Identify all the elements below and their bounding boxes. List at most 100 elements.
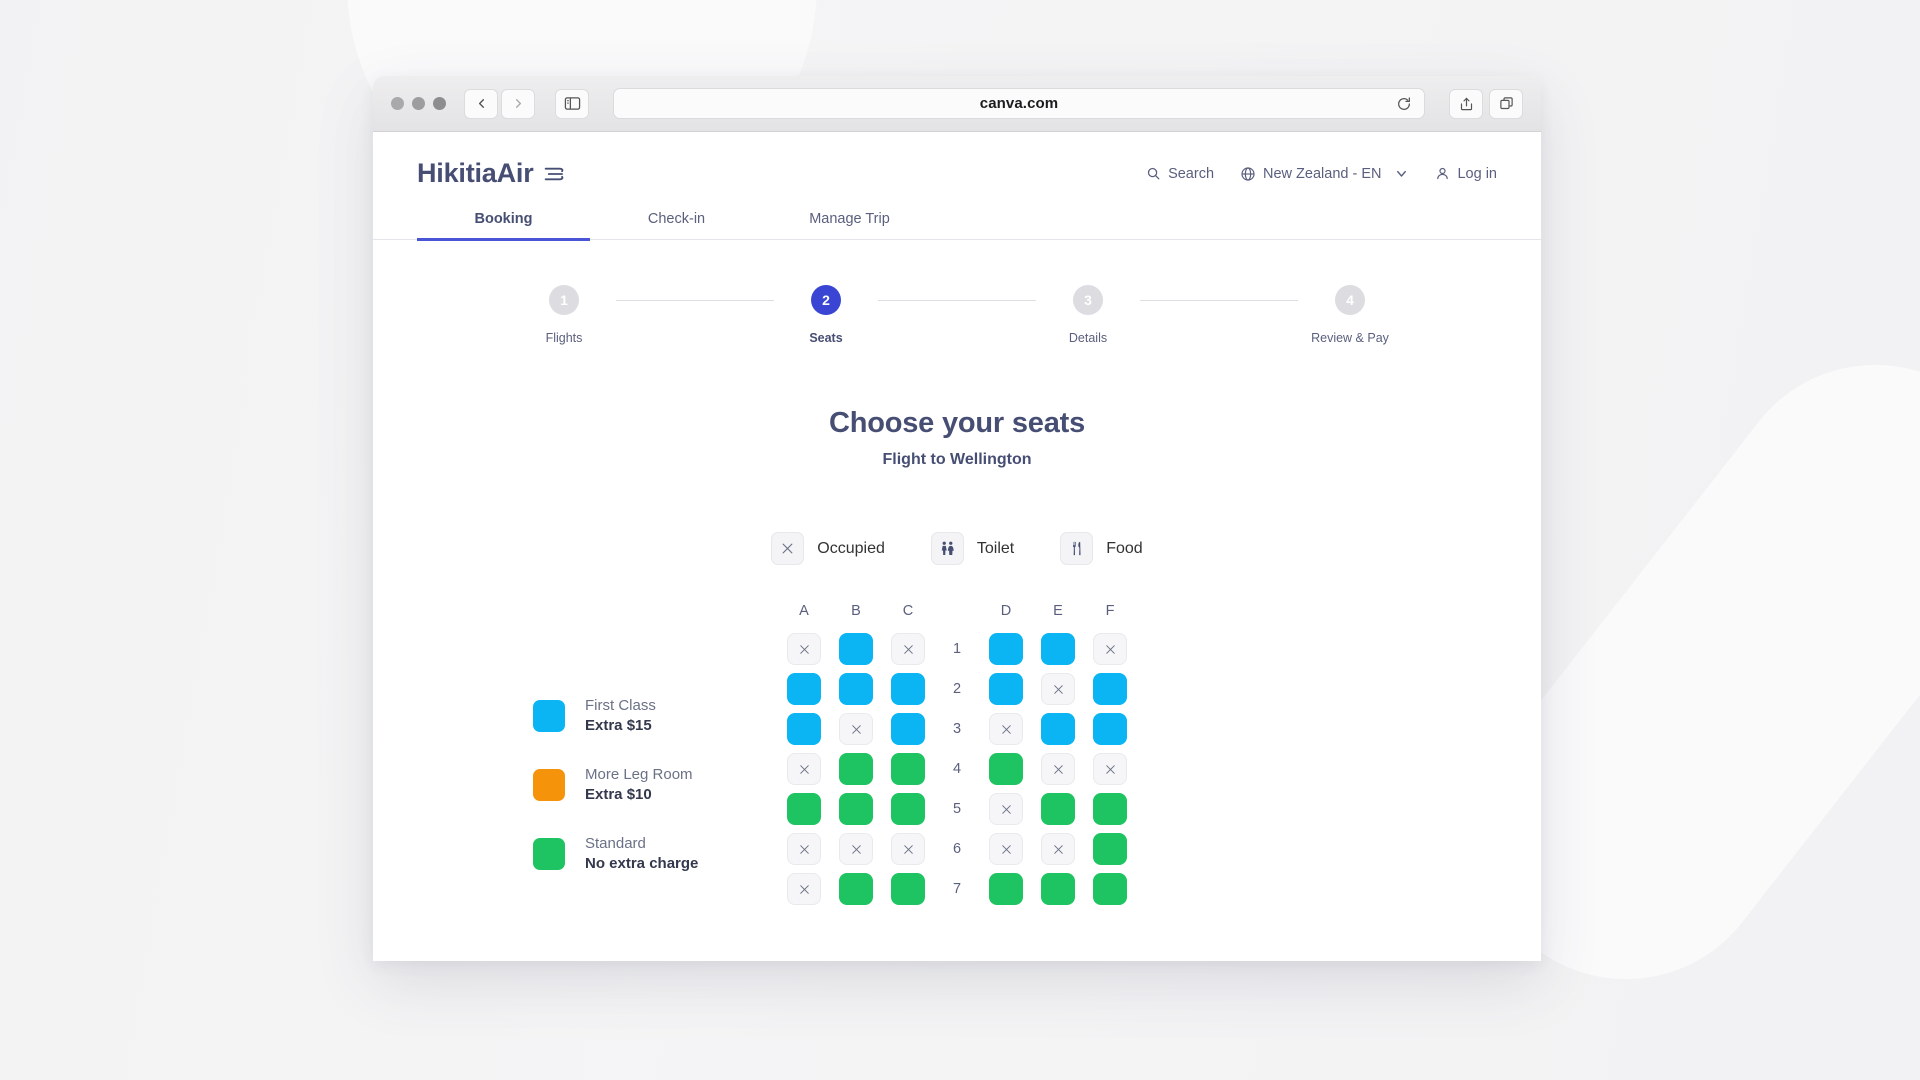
reload-button[interactable] — [1396, 96, 1412, 112]
step-label: Review & Pay — [1311, 331, 1389, 345]
close-x-icon — [1053, 684, 1063, 694]
step-review-and-pay[interactable]: 4 Review & Pay — [1298, 285, 1402, 345]
share-button[interactable] — [1449, 88, 1483, 119]
seat-row: 2 — [778, 673, 1136, 705]
seat-C1 — [891, 633, 925, 665]
page-root: canva.com HikitiaAir Search New Zealand … — [0, 0, 1920, 1080]
first-class-swatch — [533, 699, 565, 732]
legend-toilet-label: Toilet — [976, 539, 1015, 557]
tab-booking[interactable]: Booking — [417, 211, 590, 241]
tab-overview-button[interactable] — [1489, 88, 1523, 119]
seat-B7[interactable] — [839, 873, 873, 905]
back-button[interactable] — [464, 88, 498, 119]
search-nav-label: Search — [1168, 165, 1215, 182]
close-x-icon — [851, 724, 861, 734]
forward-button[interactable] — [501, 88, 535, 119]
seat-B4[interactable] — [839, 753, 873, 785]
seat-B5[interactable] — [839, 793, 873, 825]
more-leg-room-swatch — [533, 768, 565, 801]
step-connector — [616, 300, 774, 301]
seat-E2 — [1041, 673, 1075, 705]
seat-F7[interactable] — [1093, 873, 1127, 905]
seat-C4[interactable] — [891, 753, 925, 785]
chevron-down-icon[interactable] — [1394, 166, 1409, 181]
seat-C3[interactable] — [891, 713, 925, 745]
column-label-d: D — [1000, 603, 1012, 619]
site-header: HikitiaAir Search New Zealand - EN Log i… — [373, 132, 1541, 189]
column-label-b: B — [851, 603, 861, 619]
column-label-c: C — [902, 603, 914, 619]
maximize-window-button[interactable] — [433, 97, 446, 110]
step-flights[interactable]: 1 Flights — [512, 285, 616, 345]
login-nav-item[interactable]: Log in — [1435, 166, 1497, 182]
step-number: 4 — [1335, 285, 1365, 315]
step-seats[interactable]: 2 Seats — [774, 285, 878, 345]
seat-row-number: 7 — [952, 881, 962, 897]
food-swatch — [1060, 532, 1094, 565]
seat-E3[interactable] — [1041, 713, 1075, 745]
seat-row: 1 — [778, 633, 1136, 665]
seat-map-area: First Class Extra $15 More Leg Room Extr… — [373, 603, 1541, 913]
legend-food: Food — [1060, 532, 1143, 565]
page-subtitle: Flight to Wellington — [882, 451, 1032, 468]
close-window-button[interactable] — [391, 97, 404, 110]
seat-D2[interactable] — [989, 673, 1023, 705]
column-label-e: E — [1053, 603, 1063, 619]
seat-D3 — [989, 713, 1023, 745]
locale-nav-item[interactable]: New Zealand - EN — [1240, 166, 1409, 182]
seat-A3[interactable] — [787, 713, 821, 745]
seat-C5[interactable] — [891, 793, 925, 825]
step-details[interactable]: 3 Details — [1036, 285, 1140, 345]
step-label: Details — [1068, 331, 1108, 345]
tab-manage-trip[interactable]: Manage Trip — [763, 211, 936, 241]
bottom-fade — [373, 945, 1541, 961]
share-icon — [1460, 97, 1472, 110]
column-label-a: A — [799, 603, 809, 619]
seat-D4[interactable] — [989, 753, 1023, 785]
more-leg-room-title: More Leg Room — [585, 766, 693, 783]
window-controls[interactable] — [391, 97, 446, 110]
seat-C2[interactable] — [891, 673, 925, 705]
minimize-window-button[interactable] — [412, 97, 425, 110]
seat-D7[interactable] — [989, 873, 1023, 905]
seat-F1 — [1093, 633, 1127, 665]
seat-F2[interactable] — [1093, 673, 1127, 705]
primary-tabs: Booking Check-in Manage Trip — [373, 211, 1541, 241]
seat-C7[interactable] — [891, 873, 925, 905]
seat-A5[interactable] — [787, 793, 821, 825]
seat-E7[interactable] — [1041, 873, 1075, 905]
seat-F5[interactable] — [1093, 793, 1127, 825]
seat-grid: A B C D E F 1 2 3 4 5 6 7 — [778, 603, 1136, 913]
seat-E6 — [1041, 833, 1075, 865]
tab-check-in[interactable]: Check-in — [590, 211, 763, 241]
close-x-icon — [799, 884, 809, 894]
fork-knife-icon — [1072, 541, 1081, 556]
reload-icon — [1398, 96, 1410, 110]
legend-toilet: Toilet — [930, 532, 1015, 565]
seat-column-headers: A B C D E F — [778, 603, 1136, 619]
brand-logo[interactable]: HikitiaAir — [417, 158, 566, 189]
seat-F6[interactable] — [1093, 833, 1127, 865]
seat-E5[interactable] — [1041, 793, 1075, 825]
browser-window: canva.com HikitiaAir Search New Zealand … — [373, 76, 1541, 961]
search-nav-item[interactable]: Search — [1146, 166, 1214, 182]
address-bar[interactable]: canva.com — [613, 88, 1425, 119]
brand-name: HikitiaAir — [417, 158, 534, 188]
navigation-buttons — [464, 88, 535, 119]
locale-nav-label: New Zealand - EN — [1263, 165, 1382, 182]
chevron-right-icon — [515, 99, 521, 108]
sidebar-toggle-button[interactable] — [555, 88, 589, 119]
close-x-icon — [1105, 764, 1115, 774]
standard-title: Standard — [585, 835, 646, 852]
seat-E1[interactable] — [1041, 633, 1075, 665]
seat-B1[interactable] — [839, 633, 873, 665]
close-x-icon — [799, 764, 809, 774]
seat-F3[interactable] — [1093, 713, 1127, 745]
sidebar-icon — [564, 97, 580, 110]
seat-A2[interactable] — [787, 673, 821, 705]
wind-swoosh-icon — [544, 167, 563, 180]
seat-B2[interactable] — [839, 673, 873, 705]
seat-D1[interactable] — [989, 633, 1023, 665]
booking-stepper: 1 Flights 2 Seats 3 Details 4 Review & P… — [373, 285, 1541, 345]
close-x-icon — [1053, 844, 1063, 854]
